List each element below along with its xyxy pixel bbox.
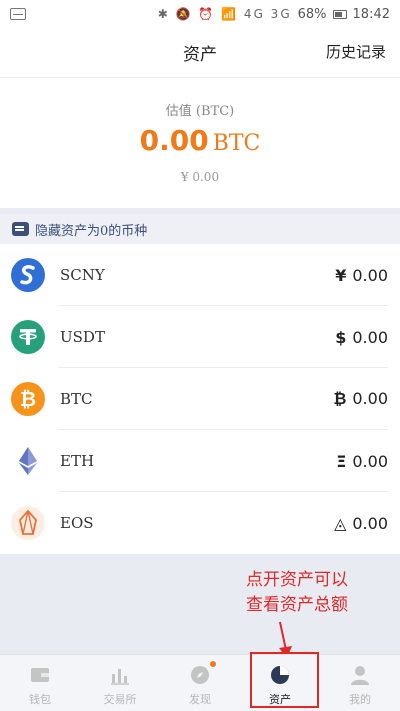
hide-zero-label: 隐藏资产为0的币种	[35, 223, 148, 239]
user-icon	[351, 666, 369, 685]
nav-label: 钱包	[29, 693, 51, 706]
estimate-cny: ¥ 0.00	[180, 170, 220, 184]
nav-discover[interactable]: 发现	[160, 655, 240, 711]
asset-name: USDT	[60, 328, 105, 346]
nav-label: 我的	[349, 693, 371, 706]
eos-icon	[11, 506, 45, 540]
nav-label: 发现	[189, 693, 211, 706]
nav-label: 交易所	[103, 693, 137, 706]
wallet-icon	[31, 668, 49, 682]
gallery-notification-icon	[10, 8, 26, 20]
annotation-line-1: 点开资产可以	[246, 570, 348, 590]
asset-name: ETH	[60, 452, 95, 470]
hide-zero-toggle[interactable]: 隐藏资产为0的币种	[0, 214, 400, 244]
asset-balance: ◬ 0.00	[334, 514, 388, 533]
asset-list: SCNY ¥0.00 USDT $0.00 ₿ BTC ₿ 0.00 ETH Ξ0…	[0, 244, 400, 554]
bottom-nav: 钱包 交易所 发现 资产 我的	[0, 654, 400, 711]
asset-row-btc[interactable]: ₿ BTC ₿ 0.00	[0, 368, 400, 430]
status-bar: ✱ 🔕 ⏰ 📶 4G 3G 68% 18:42	[0, 0, 400, 28]
balance-value: 0.00	[352, 513, 388, 533]
svg-text:₿: ₿	[20, 387, 36, 411]
asset-name: EOS	[60, 514, 94, 532]
asset-balance: $0.00	[335, 328, 388, 347]
estimate-value: 0.00 BTC	[0, 124, 400, 157]
highlight-box	[250, 652, 319, 708]
estimate-label: 估值 (BTC)	[165, 104, 235, 119]
estimate-amount: 0.00	[139, 124, 209, 157]
asset-name: SCNY	[60, 266, 105, 284]
asset-row-scny[interactable]: SCNY ¥0.00	[0, 244, 400, 306]
balance-value: 0.00	[352, 451, 388, 471]
scny-icon	[11, 258, 45, 292]
asset-row-usdt[interactable]: USDT $0.00	[0, 306, 400, 368]
annotation-text: 点开资产可以 查看资产总额	[212, 568, 382, 618]
currency-symbol: ¥	[335, 265, 347, 285]
compass-icon	[191, 666, 209, 684]
app-header: 资产 历史记录	[0, 28, 400, 78]
battery-percent: 68%	[297, 6, 327, 22]
tether-icon	[11, 320, 45, 354]
status-icons: ✱ 🔕 ⏰ 📶 4G 3G	[157, 7, 292, 21]
clock: 18:42	[352, 6, 390, 22]
currency-symbol: ◬	[334, 513, 347, 533]
estimate-panel: 估值 (BTC) 0.00 BTC ¥ 0.00	[0, 78, 400, 208]
balance-value: 0.00	[352, 327, 388, 347]
annotation-line-2: 查看资产总额	[246, 595, 348, 615]
asset-balance: ¥0.00	[335, 266, 388, 285]
asset-row-eth[interactable]: ETH Ξ 0.00	[0, 430, 400, 492]
battery-icon	[332, 9, 347, 19]
balance-value: 0.00	[352, 265, 388, 285]
nav-profile[interactable]: 我的	[320, 655, 400, 711]
nav-wallet[interactable]: 钱包	[0, 655, 80, 711]
hide-zero-checkbox-icon[interactable]	[12, 222, 29, 236]
balance-value: 0.00	[352, 389, 388, 408]
currency-symbol: $	[335, 327, 347, 347]
history-link[interactable]: 历史记录	[326, 41, 386, 62]
asset-balance: Ξ 0.00	[336, 452, 388, 471]
currency-symbol: Ξ	[336, 451, 347, 471]
bitcoin-icon: ₿	[11, 382, 45, 416]
asset-name: BTC	[60, 390, 93, 408]
currency-symbol: ₿	[333, 389, 347, 408]
asset-row-eos[interactable]: EOS ◬ 0.00	[0, 492, 400, 554]
notification-dot	[210, 661, 216, 667]
asset-balance: ₿ 0.00	[333, 389, 388, 409]
nav-exchange[interactable]: 交易所	[80, 655, 160, 711]
estimate-unit: BTC	[212, 131, 261, 156]
chart-icon	[111, 669, 129, 685]
ethereum-icon	[11, 444, 45, 478]
